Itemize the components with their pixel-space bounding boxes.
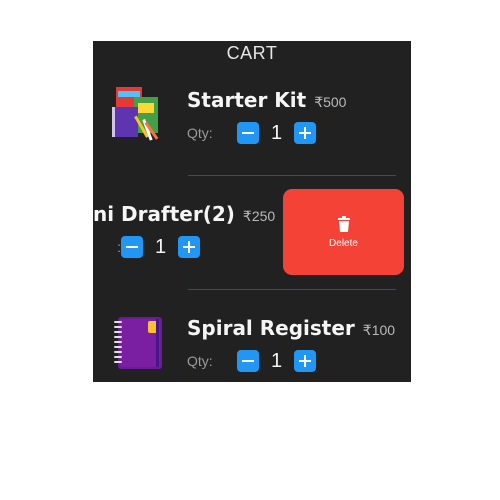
divider <box>188 289 396 290</box>
increase-button[interactable] <box>294 122 316 144</box>
quantity-stepper: Qty: 1 <box>187 121 316 145</box>
quantity-stepper: : 1 <box>93 235 200 259</box>
minus-icon <box>126 246 138 248</box>
spiral-register-image <box>108 313 168 373</box>
page-title: CART <box>226 43 278 63</box>
item-price: ₹500 <box>314 94 347 110</box>
cart-screen: CART Starter Kit ₹500 Qty: 1 ni Drafter(… <box>93 41 411 382</box>
item-price: ₹100 <box>362 322 396 338</box>
trash-icon <box>337 215 350 232</box>
qty-label: Qty: <box>187 353 213 369</box>
plus-icon <box>299 127 311 139</box>
qty-label: Qty: <box>187 125 213 141</box>
item-price: ₹250 <box>242 208 276 224</box>
plus-icon <box>299 355 311 367</box>
delete-label: Delete <box>329 237 358 249</box>
item-name: Spiral Register <box>187 316 355 340</box>
quantity-value: 1 <box>154 235 167 258</box>
delete-button[interactable]: Delete <box>283 189 404 275</box>
quantity-value: 1 <box>270 349 283 372</box>
cart-item-spiral-register: Spiral Register ₹100 Qty: 1 <box>93 313 411 382</box>
divider <box>188 175 396 176</box>
cart-item-starter-kit: Starter Kit ₹500 Qty: 1 <box>93 85 411 155</box>
decrease-button[interactable] <box>237 122 259 144</box>
item-name: Starter Kit <box>187 88 307 112</box>
quantity-stepper: Qty: 1 <box>187 349 316 373</box>
increase-button[interactable] <box>178 236 200 258</box>
increase-button[interactable] <box>294 350 316 372</box>
plus-icon <box>183 241 195 253</box>
item-name: ni Drafter(2) <box>93 202 235 226</box>
qty-label: : <box>117 239 121 255</box>
decrease-button[interactable] <box>237 350 259 372</box>
minus-icon <box>242 360 254 362</box>
minus-icon <box>242 132 254 134</box>
quantity-value: 1 <box>270 121 283 144</box>
decrease-button[interactable] <box>121 236 143 258</box>
starter-kit-image <box>108 85 168 145</box>
